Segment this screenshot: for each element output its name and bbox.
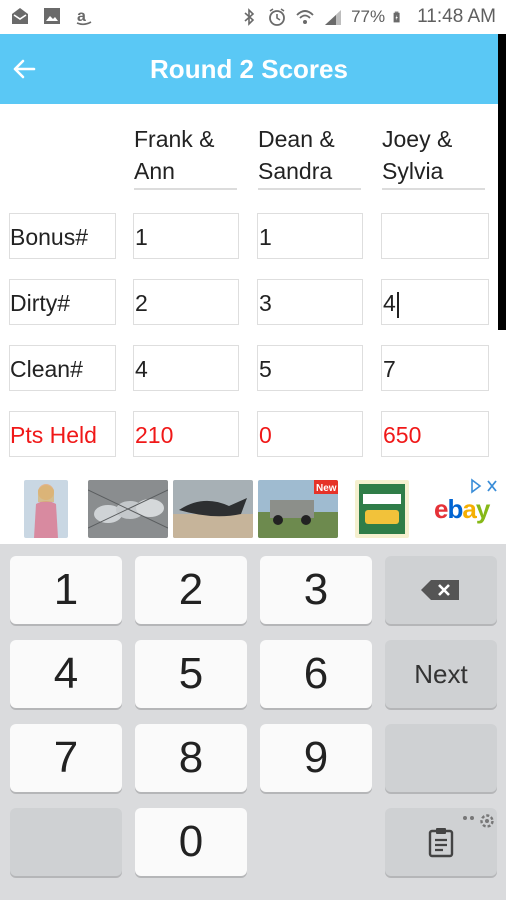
team-name-line1: Joey & bbox=[382, 126, 453, 152]
clean-input-team-2[interactable]: 5 bbox=[257, 345, 363, 391]
scroll-edge bbox=[498, 34, 506, 330]
clean-input-team-3[interactable]: 7 bbox=[381, 345, 489, 391]
dirty-input-team-1[interactable]: 2 bbox=[133, 279, 239, 325]
team-header-2: Dean & Sandra bbox=[258, 123, 358, 187]
ad-image-product-box[interactable] bbox=[355, 480, 409, 538]
team-name-line2: Sylvia bbox=[382, 158, 444, 184]
key-9[interactable]: 9 bbox=[260, 724, 372, 792]
row-label-bonus: Bonus# bbox=[9, 213, 116, 259]
ad-banner[interactable] bbox=[0, 476, 506, 542]
team-header-1: Frank & Ann bbox=[134, 123, 234, 187]
app-bar: Round 2 Scores bbox=[0, 34, 498, 104]
key-2[interactable]: 2 bbox=[135, 556, 247, 624]
ebay-letter-a: a bbox=[462, 494, 477, 524]
keyboard-settings-icon[interactable] bbox=[462, 812, 496, 830]
clipboard-icon bbox=[428, 828, 454, 858]
team-name-line2: Sandra bbox=[258, 158, 333, 184]
ad-new-badge: New bbox=[316, 483, 337, 494]
text-cursor bbox=[396, 291, 399, 318]
ebay-letter-y: y bbox=[475, 494, 491, 524]
adchoices-icon[interactable] bbox=[470, 478, 500, 494]
dirty-input-team-2[interactable]: 3 bbox=[257, 279, 363, 325]
row-label-dirty: Dirty# bbox=[9, 279, 116, 325]
dirty-value-team-3: 4 bbox=[383, 290, 396, 316]
backspace-icon bbox=[421, 580, 459, 600]
ad-image-animals[interactable] bbox=[88, 480, 168, 538]
pts-held-team-3: 650 bbox=[381, 411, 489, 457]
battery-charging-icon bbox=[393, 11, 400, 23]
ad-image-woman[interactable] bbox=[24, 480, 68, 538]
bluetooth-icon bbox=[244, 8, 255, 26]
blank-key-right[interactable] bbox=[385, 724, 497, 792]
ebay-logo[interactable]: ebay bbox=[434, 494, 491, 525]
bonus-input-team-3[interactable] bbox=[381, 213, 489, 259]
team-header-underline bbox=[382, 188, 485, 190]
key-8[interactable]: 8 bbox=[135, 724, 247, 792]
team-name-line1: Frank & bbox=[134, 126, 215, 152]
key-1[interactable]: 1 bbox=[10, 556, 122, 624]
pts-held-team-2: 0 bbox=[257, 411, 363, 457]
ebay-letter-b: b bbox=[447, 494, 463, 524]
status-bar: a 77% 11:48 AM bbox=[0, 0, 506, 34]
svg-text:a: a bbox=[77, 8, 86, 25]
team-header-underline bbox=[134, 188, 237, 190]
bonus-input-team-1[interactable]: 1 bbox=[133, 213, 239, 259]
ad-image-whale[interactable] bbox=[173, 480, 253, 538]
row-label-clean: Clean# bbox=[9, 345, 116, 391]
row-label-pts-held: Pts Held bbox=[9, 411, 116, 457]
dirty-input-team-3[interactable]: 4 bbox=[381, 279, 489, 325]
status-bar-notifications: a bbox=[10, 6, 94, 26]
team-name-line2: Ann bbox=[134, 158, 175, 184]
clock: 11:48 AM bbox=[417, 6, 496, 27]
blank-key-left[interactable] bbox=[10, 808, 122, 876]
empty-key-slot bbox=[260, 808, 372, 876]
status-bar-system: 77% 11:48 AM bbox=[239, 6, 496, 28]
team-header-3: Joey & Sylvia bbox=[382, 123, 482, 187]
signal-icon bbox=[325, 10, 342, 25]
key-3[interactable]: 3 bbox=[260, 556, 372, 624]
bonus-input-team-2[interactable]: 1 bbox=[257, 213, 363, 259]
key-6[interactable]: 6 bbox=[260, 640, 372, 708]
battery-percent: 77% bbox=[351, 7, 386, 26]
image-notification-icon bbox=[44, 8, 60, 24]
alarm-icon bbox=[269, 8, 285, 26]
key-7[interactable]: 7 bbox=[10, 724, 122, 792]
pts-held-team-1: 210 bbox=[133, 411, 239, 457]
team-name-line1: Dean & bbox=[258, 126, 335, 152]
key-0[interactable]: 0 bbox=[135, 808, 247, 876]
amazon-notification-icon: a bbox=[76, 8, 92, 26]
wifi-icon bbox=[296, 10, 314, 24]
key-4[interactable]: 4 bbox=[10, 640, 122, 708]
numeric-keyboard: 1 2 3 4 5 6 Next 7 8 9 0 bbox=[0, 544, 506, 900]
email-notification-icon bbox=[12, 8, 28, 24]
ad-image-truck[interactable]: New bbox=[258, 480, 338, 538]
ebay-letter-e: e bbox=[434, 494, 449, 524]
clean-input-team-1[interactable]: 4 bbox=[133, 345, 239, 391]
page-title: Round 2 Scores bbox=[150, 54, 348, 84]
key-5[interactable]: 5 bbox=[135, 640, 247, 708]
backspace-key[interactable] bbox=[385, 556, 497, 624]
team-header-underline bbox=[258, 188, 361, 190]
next-key[interactable]: Next bbox=[385, 640, 497, 708]
